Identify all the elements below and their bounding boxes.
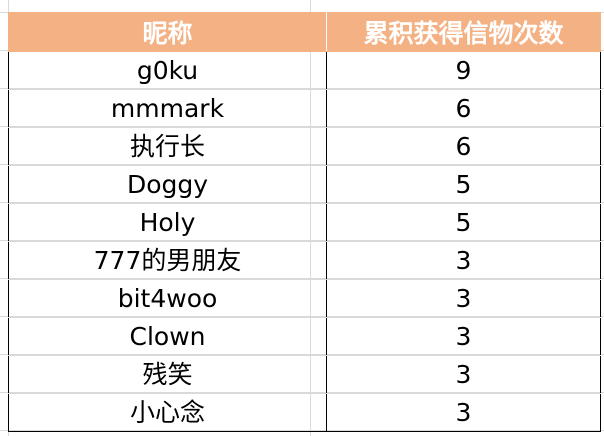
table-row: 777的男朋友 3 bbox=[8, 241, 601, 280]
spreadsheet-sheet: 昵称 累积获得信物次数 g0ku 9 mmmark 6 执行长 6 Doggy … bbox=[0, 0, 604, 436]
table-row: mmmark 6 bbox=[8, 89, 601, 128]
nickname-cell[interactable]: Clown bbox=[8, 317, 327, 356]
header-count[interactable]: 累积获得信物次数 bbox=[326, 12, 601, 52]
count-cell[interactable]: 5 bbox=[326, 203, 601, 242]
ranking-table: 昵称 累积获得信物次数 g0ku 9 mmmark 6 执行长 6 Doggy … bbox=[8, 12, 601, 432]
nickname-cell[interactable]: 残笑 bbox=[8, 355, 327, 394]
table-row: Clown 3 bbox=[8, 317, 601, 356]
nickname-cell[interactable]: Holy bbox=[8, 203, 327, 242]
count-cell[interactable]: 3 bbox=[326, 241, 601, 280]
table-row: g0ku 9 bbox=[8, 51, 601, 90]
count-cell[interactable]: 3 bbox=[326, 317, 601, 356]
nickname-cell[interactable]: 执行长 bbox=[8, 127, 327, 166]
table-row: 执行长 6 bbox=[8, 127, 601, 166]
header-row: 昵称 累积获得信物次数 bbox=[8, 12, 601, 52]
nickname-cell[interactable]: 777的男朋友 bbox=[8, 241, 327, 280]
nickname-cell[interactable]: g0ku bbox=[8, 51, 327, 90]
count-cell[interactable]: 5 bbox=[326, 165, 601, 204]
count-cell[interactable]: 9 bbox=[326, 51, 601, 90]
table-row: 小心念 3 bbox=[8, 393, 601, 432]
nickname-cell[interactable]: mmmark bbox=[8, 89, 327, 128]
nickname-cell[interactable]: bit4woo bbox=[8, 279, 327, 318]
table-row: 残笑 3 bbox=[8, 355, 601, 394]
table-row: Doggy 5 bbox=[8, 165, 601, 204]
nickname-cell[interactable]: 小心念 bbox=[8, 393, 327, 432]
nickname-cell[interactable]: Doggy bbox=[8, 165, 327, 204]
table-row: Holy 5 bbox=[8, 203, 601, 242]
header-nickname[interactable]: 昵称 bbox=[8, 12, 327, 52]
count-cell[interactable]: 6 bbox=[326, 89, 601, 128]
count-cell[interactable]: 3 bbox=[326, 355, 601, 394]
table-row: bit4woo 3 bbox=[8, 279, 601, 318]
count-cell[interactable]: 3 bbox=[326, 279, 601, 318]
count-cell[interactable]: 3 bbox=[326, 393, 601, 432]
count-cell[interactable]: 6 bbox=[326, 127, 601, 166]
